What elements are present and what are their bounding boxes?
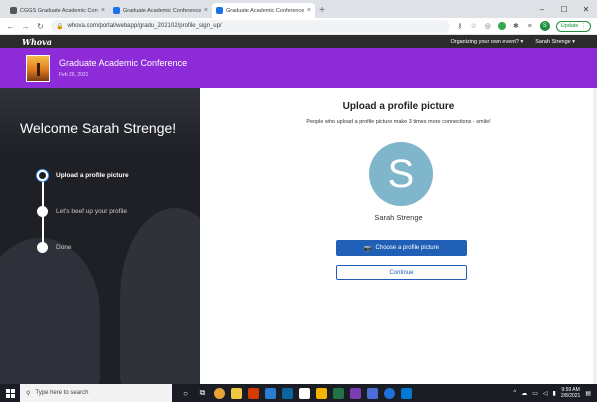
powerpoint-icon[interactable] <box>248 387 259 399</box>
new-tab-button[interactable]: + <box>315 3 329 18</box>
window-controls: – ☐ ✕ <box>531 0 597 18</box>
user-name: Sarah Strenge <box>374 213 423 222</box>
background-figure <box>120 208 200 384</box>
chevron-up-icon[interactable]: ^ <box>513 390 516 396</box>
network-icon[interactable]: ▭ <box>532 390 538 397</box>
file-explorer-icon[interactable] <box>231 387 242 399</box>
url-text: whova.com/portal/webapp/gradu_202102/pro… <box>67 23 222 29</box>
event-date: Feb 26, 2021 <box>59 72 89 78</box>
sticky-notes-icon[interactable] <box>316 387 327 399</box>
organizing-event-link[interactable]: Organizing your own event? ▾ <box>450 39 523 45</box>
update-label: Update <box>560 23 579 29</box>
choose-profile-picture-button[interactable]: 📷 Choose a profile picture <box>336 240 467 256</box>
clock-date: 2/8/2021 <box>560 393 581 399</box>
system-tray: ^ ☁ ▭ ◁ ▮ 9:59 AM 2/8/2021 ▤ <box>513 387 597 399</box>
camera-icon: 📷 <box>364 245 372 252</box>
screen: CGGS Graduate Academic Conf... × Graduat… <box>0 0 597 402</box>
tab-favicon-icon <box>113 7 120 14</box>
windows-taskbar: ⚲ Type here to search ○ ⧉ ^ ☁ ▭ ◁ ▮ 9:59… <box>0 384 597 402</box>
browser-tab-1[interactable]: CGGS Graduate Academic Conf... × <box>6 3 109 18</box>
edge-icon[interactable] <box>282 387 293 399</box>
lock-icon: 🔒 <box>56 23 64 30</box>
volume-icon[interactable]: ◁ <box>543 390 548 397</box>
background-figure <box>0 238 100 384</box>
close-tab-icon[interactable]: × <box>101 7 105 14</box>
close-window-button[interactable]: ✕ <box>575 0 597 18</box>
step-beef-up-profile: Let's beef up your profile <box>37 206 127 217</box>
upload-panel: Upload a profile picture People who uplo… <box>200 88 597 384</box>
step-label: Done <box>56 244 72 251</box>
windows-logo-icon <box>5 388 15 398</box>
profile-avatar[interactable]: S <box>539 21 550 31</box>
cloud-icon[interactable]: ☁ <box>521 390 527 397</box>
step-label: Upload a profile picture <box>56 172 129 179</box>
user-menu[interactable]: Sarah Strenge ▾ <box>535 39 575 45</box>
address-bar[interactable]: 🔒 whova.com/portal/webapp/gradu_202102/p… <box>51 19 450 33</box>
address-toolbar: ← → ↻ 🔒 whova.com/portal/webapp/gradu_20… <box>0 18 597 35</box>
update-button[interactable]: Update ⋮ <box>555 20 591 32</box>
choose-button-label: Choose a profile picture <box>375 245 439 251</box>
event-logo <box>26 54 50 82</box>
cortana-icon[interactable]: ○ <box>180 389 191 398</box>
teams-icon[interactable] <box>350 387 361 399</box>
taskbar-search[interactable]: ⚲ Type here to search <box>20 384 172 402</box>
whova-header: Whova Organizing your own event? ▾ Sarah… <box>0 35 597 48</box>
slack-icon[interactable] <box>367 387 378 399</box>
start-button[interactable] <box>0 384 20 402</box>
minimize-button[interactable]: – <box>531 0 553 18</box>
star-icon[interactable]: ☆ <box>470 22 478 30</box>
taskbar-clock[interactable]: 9:59 AM 2/8/2021 <box>561 387 580 399</box>
back-arrow-icon[interactable]: ← <box>6 22 15 31</box>
welcome-heading: Welcome Sarah Strenge! <box>20 120 177 136</box>
step-label: Let's beef up your profile <box>56 208 127 215</box>
outlook-icon[interactable] <box>401 387 412 399</box>
chrome-icon[interactable] <box>214 387 225 399</box>
reload-icon[interactable]: ↻ <box>36 22 45 31</box>
reading-list-icon[interactable]: ≡ <box>526 23 534 30</box>
continue-button[interactable]: Continue <box>336 265 467 280</box>
close-tab-icon[interactable]: × <box>307 7 311 14</box>
battery-icon[interactable]: ▮ <box>553 390 556 397</box>
page-title: Upload a profile picture <box>342 101 455 112</box>
excel-icon[interactable] <box>333 387 344 399</box>
puzzle-icon[interactable]: ✱ <box>512 22 520 30</box>
step-dot-icon <box>37 206 48 217</box>
step-upload-picture: Upload a profile picture <box>37 170 129 181</box>
forward-arrow-icon[interactable]: → <box>21 22 30 31</box>
event-title: Graduate Academic Conference <box>59 58 188 68</box>
word-icon[interactable] <box>265 387 276 399</box>
browser-tab-strip: CGGS Graduate Academic Conf... × Graduat… <box>0 0 597 18</box>
tab-favicon-icon <box>10 7 17 14</box>
task-view-icon[interactable]: ⧉ <box>197 388 208 398</box>
key-icon[interactable]: ⚷ <box>456 22 464 30</box>
extension-green-icon[interactable] <box>497 22 506 30</box>
taskbar-apps: ○ ⧉ <box>172 387 412 399</box>
zoom-icon[interactable] <box>384 387 395 399</box>
event-header: Graduate Academic Conference Feb 26, 202… <box>0 48 597 88</box>
page-subtitle: People who upload a profile picture make… <box>306 119 491 125</box>
browser-tab-3[interactable]: Graduate Academic Conference × <box>212 3 315 18</box>
avatar: S <box>369 142 433 206</box>
store-icon[interactable] <box>299 387 310 399</box>
onboarding-sidebar: Welcome Sarah Strenge! Upload a profile … <box>0 88 200 384</box>
whova-logo[interactable]: Whova <box>22 37 52 47</box>
tab-favicon-icon <box>216 7 223 14</box>
close-tab-icon[interactable]: × <box>204 7 208 14</box>
search-placeholder: Type here to search <box>35 390 89 396</box>
more-icon: ⋮ <box>580 23 587 29</box>
maximize-button[interactable]: ☐ <box>553 0 575 18</box>
extension-icon[interactable]: ◎ <box>484 22 492 30</box>
browser-tab-2[interactable]: Graduate Academic Conference × <box>109 3 212 18</box>
tab-title: CGGS Graduate Academic Conf... <box>20 7 98 14</box>
notifications-icon[interactable]: ▤ <box>585 390 591 397</box>
tab-title: Graduate Academic Conference <box>226 7 304 14</box>
step-active-dot-icon <box>37 170 48 181</box>
tab-title: Graduate Academic Conference <box>123 7 201 14</box>
search-icon: ⚲ <box>26 390 31 397</box>
step-dot-icon <box>37 242 48 253</box>
step-done: Done <box>37 242 72 253</box>
scrollbar[interactable] <box>593 88 597 384</box>
